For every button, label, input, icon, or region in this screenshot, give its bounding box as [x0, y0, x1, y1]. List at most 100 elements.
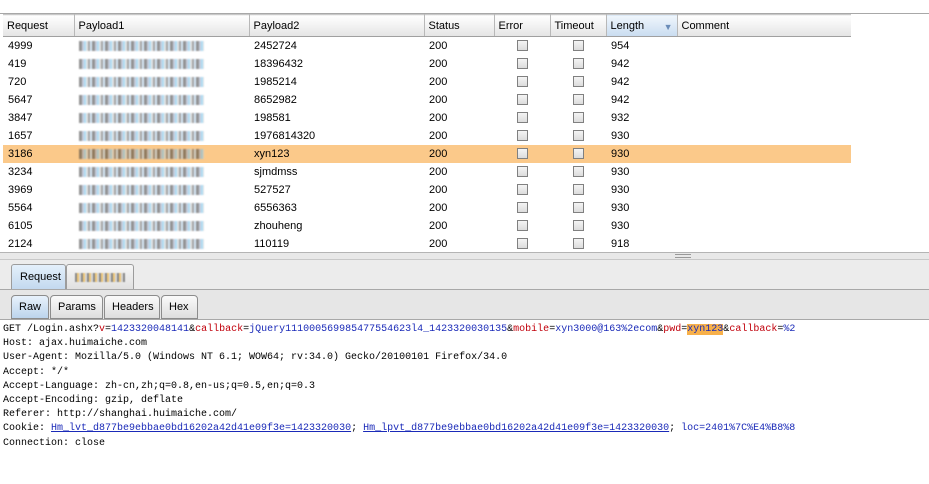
error-checkbox[interactable] [516, 76, 528, 88]
header-cookie: Cookie: Hm_lvt_d877be9ebbae0bd16202a42d4… [3, 423, 796, 435]
highlighted-payload: xyn123 [687, 324, 724, 335]
cell-request: 2124 [8, 237, 33, 250]
cell-error [494, 73, 550, 91]
cell-error [494, 181, 550, 199]
column-header-timeout[interactable]: Timeout [550, 14, 607, 37]
timeout-checkbox[interactable] [572, 238, 584, 250]
table-row[interactable]: 3234 sjmdmss 200 930 [3, 163, 851, 181]
raw-request-editor[interactable]: GET /Login.ashx?v=1423320048141&callback… [0, 321, 929, 484]
column-header-status[interactable]: Status [424, 14, 495, 37]
cell-error [494, 37, 550, 55]
timeout-checkbox[interactable] [572, 40, 584, 52]
table-body: 4999 2452724 200 954 419 18396432 200 942 720 198… [3, 37, 851, 253]
error-checkbox[interactable] [516, 148, 528, 160]
cell-comment [677, 144, 851, 163]
request-line: GET /Login.ashx?v=1423320048141&callback… [3, 324, 796, 335]
cell-timeout [550, 199, 606, 217]
cell-comment [677, 109, 851, 127]
column-header-error[interactable]: Error [494, 14, 551, 37]
table-row[interactable]: 2124 110119 200 918 [3, 235, 851, 253]
cell-payload1-obscured [74, 73, 249, 91]
table-row[interactable]: 5647 8652982 200 942 [3, 91, 851, 109]
timeout-checkbox[interactable] [572, 112, 584, 124]
timeout-checkbox[interactable] [572, 184, 584, 196]
timeout-checkbox[interactable] [572, 202, 584, 214]
column-header-payload2[interactable]: Payload2 [249, 14, 425, 37]
cell-timeout [550, 127, 606, 145]
sort-descending-icon[interactable]: ▼ [664, 22, 673, 32]
cell-payload1-obscured [74, 37, 249, 55]
divider-grip-icon[interactable] [675, 254, 691, 258]
cell-comment [677, 127, 851, 145]
tab-hex[interactable]: Hex [161, 295, 198, 319]
table-row[interactable]: 4999 2452724 200 954 [3, 37, 851, 55]
table-row[interactable]: 419 18396432 200 942 [3, 55, 851, 73]
timeout-checkbox[interactable] [572, 58, 584, 70]
error-checkbox[interactable] [516, 112, 528, 124]
tab-raw[interactable]: Raw [11, 295, 49, 319]
cell-length: 930 [606, 144, 677, 163]
timeout-checkbox[interactable] [572, 130, 584, 142]
table-row[interactable]: 6105 zhouheng 200 930 [3, 217, 851, 235]
tab-request[interactable]: Request [11, 264, 66, 289]
timeout-checkbox[interactable] [572, 76, 584, 88]
cell-status: 200 [429, 237, 448, 250]
error-checkbox[interactable] [516, 94, 528, 106]
cell-length: 930 [611, 219, 630, 232]
error-checkbox[interactable] [516, 202, 528, 214]
cell-request: 1657 [8, 129, 33, 142]
timeout-checkbox[interactable] [572, 166, 584, 178]
tab-headers[interactable]: Headers [104, 295, 160, 319]
error-checkbox[interactable] [516, 130, 528, 142]
error-checkbox[interactable] [516, 220, 528, 232]
cell-error [494, 127, 550, 145]
cell-status: 200 [429, 39, 448, 52]
timeout-checkbox[interactable] [572, 94, 584, 106]
table-row[interactable]: 3186 xyn123 200 930 [3, 144, 851, 163]
cell-timeout [550, 235, 606, 253]
cell-request: 419 [8, 57, 27, 70]
cell-payload1-obscured [74, 199, 249, 217]
message-viewer: Request Raw Params Headers Hex GET /Logi… [0, 260, 929, 484]
cell-comment [677, 199, 851, 217]
obscured-text-icon [79, 130, 204, 141]
column-header-payload1[interactable]: Payload1 [74, 14, 250, 37]
cell-status: 200 [424, 144, 494, 163]
header-accept-encoding: Accept-Encoding: gzip, deflate [3, 395, 184, 407]
column-header-length[interactable]: Length ▼ [606, 14, 678, 37]
table-row[interactable]: 3969 527527 200 930 [3, 181, 851, 199]
table-row[interactable]: 1657 1976814320 200 930 [3, 127, 851, 145]
table-row[interactable]: 3847 198581 200 932 [3, 109, 851, 127]
outer-tab-bar: Request [0, 260, 929, 290]
tab-response[interactable] [66, 264, 134, 289]
error-checkbox[interactable] [516, 238, 528, 250]
timeout-checkbox[interactable] [572, 148, 584, 160]
cell-payload1-obscured [74, 127, 249, 145]
cell-length: 942 [611, 75, 630, 88]
error-checkbox[interactable] [516, 40, 528, 52]
cell-comment [677, 55, 851, 73]
tab-params[interactable]: Params [50, 295, 103, 319]
timeout-checkbox[interactable] [572, 220, 584, 232]
cell-timeout [550, 217, 606, 235]
column-header-label: Payload1 [78, 19, 125, 32]
table-row[interactable]: 720 1985214 200 942 [3, 73, 851, 91]
obscured-text-icon [79, 202, 204, 213]
obscured-text-icon [79, 166, 204, 177]
tab-hex-label: Hex [169, 301, 189, 313]
cell-error [494, 235, 550, 253]
column-header-comment[interactable]: Comment [677, 14, 851, 37]
cell-status: 200 [429, 111, 448, 124]
cell-length: 930 [611, 129, 630, 142]
error-checkbox[interactable] [516, 184, 528, 196]
cell-comment [677, 217, 851, 235]
column-header-request[interactable]: Request [3, 14, 75, 37]
error-checkbox[interactable] [516, 58, 528, 70]
tab-params-label: Params [58, 301, 96, 313]
results-empty-area [851, 14, 929, 252]
split-pane-divider[interactable] [0, 252, 929, 260]
table-row[interactable]: 5564 6556363 200 930 [3, 199, 851, 217]
header-accept: Accept: */* [3, 366, 70, 378]
error-checkbox[interactable] [516, 166, 528, 178]
tab-request-label: Request [20, 271, 61, 283]
